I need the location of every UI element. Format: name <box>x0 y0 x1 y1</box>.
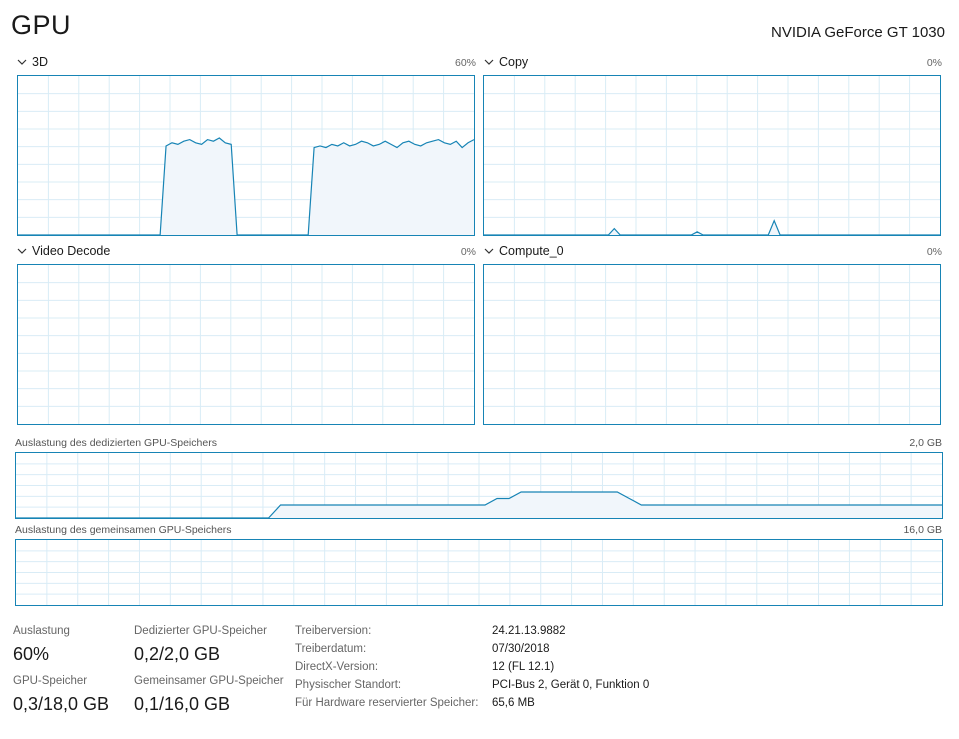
chevron-down-icon <box>17 59 27 65</box>
series-area <box>18 138 474 235</box>
page-title: GPU <box>11 10 72 40</box>
gpu-memory-label: GPU-Speicher <box>13 675 88 687</box>
reserved-memory-key: Für Hardware reservierter Speicher: <box>295 697 479 709</box>
series-line <box>484 219 940 235</box>
memory-chart <box>16 540 942 605</box>
engine-selector-3d[interactable]: 3D <box>17 55 48 69</box>
engine-max-label: 60% <box>454 57 476 69</box>
gpu-memory-value: 0,3/18,0 GB <box>13 694 110 714</box>
engine-graph-video-decode <box>17 264 475 425</box>
physical-location-value: PCI-Bus 2, Gerät 0, Funktion 0 <box>492 679 650 691</box>
dedicated-memory-max: 2,0 GB <box>909 437 942 449</box>
gpu-name: NVIDIA GeForce GT 1030 <box>771 24 945 41</box>
engine-graph-compute-0 <box>483 264 941 425</box>
utilization-chart <box>484 76 940 235</box>
dedicated-memory-label: Auslastung des dedizierten GPU-Speichers <box>15 437 217 449</box>
utilization-chart <box>484 265 940 424</box>
engine-label: Video Decode <box>32 244 111 258</box>
chevron-down-icon <box>484 248 494 254</box>
engine-label: Copy <box>499 55 529 69</box>
directx-version-key: DirectX-Version: <box>295 661 379 673</box>
utilization-value: 60% <box>13 644 50 664</box>
dedicated-memory-stat-label: Dedizierter GPU-Speicher <box>134 625 267 637</box>
engine-max-label: 0% <box>926 246 942 258</box>
directx-version-value: 12 (FL 12.1) <box>492 661 555 673</box>
driver-version-value: 24.21.13.9882 <box>492 625 566 637</box>
engine-label: Compute_0 <box>499 244 564 258</box>
shared-memory-stat-label: Gemeinsamer GPU-Speicher <box>134 675 284 687</box>
series-area <box>484 220 940 235</box>
reserved-memory-value: 65,6 MB <box>492 697 535 709</box>
engine-max-label: 0% <box>926 57 942 69</box>
engine-graph-copy <box>483 75 941 236</box>
memory-chart <box>16 453 942 518</box>
driver-version-key: Treiberversion: <box>295 625 372 637</box>
chevron-down-icon <box>484 59 494 65</box>
engine-graph-3d <box>17 75 475 236</box>
chevron-down-icon <box>17 248 27 254</box>
engine-label: 3D <box>32 55 48 69</box>
engine-selector-copy[interactable]: Copy <box>484 55 528 69</box>
dedicated-memory-stat-value: 0,2/2,0 GB <box>134 644 221 664</box>
engine-selector-compute-0[interactable]: Compute_0 <box>484 244 564 258</box>
shared-memory-graph <box>15 539 943 606</box>
utilization-chart <box>18 76 474 235</box>
driver-date-key: Treiberdatum: <box>295 643 367 655</box>
dedicated-memory-graph <box>15 452 943 519</box>
physical-location-key: Physischer Standort: <box>295 679 402 691</box>
utilization-label: Auslastung <box>13 625 70 637</box>
engine-selector-video-decode[interactable]: Video Decode <box>17 244 110 258</box>
utilization-chart <box>18 265 474 424</box>
shared-memory-max: 16,0 GB <box>903 524 942 536</box>
driver-date-value: 07/30/2018 <box>492 643 550 655</box>
shared-memory-label: Auslastung des gemeinsamen GPU-Speichers <box>15 524 232 536</box>
engine-max-label: 0% <box>460 246 476 258</box>
shared-memory-stat-value: 0,1/16,0 GB <box>134 694 231 714</box>
